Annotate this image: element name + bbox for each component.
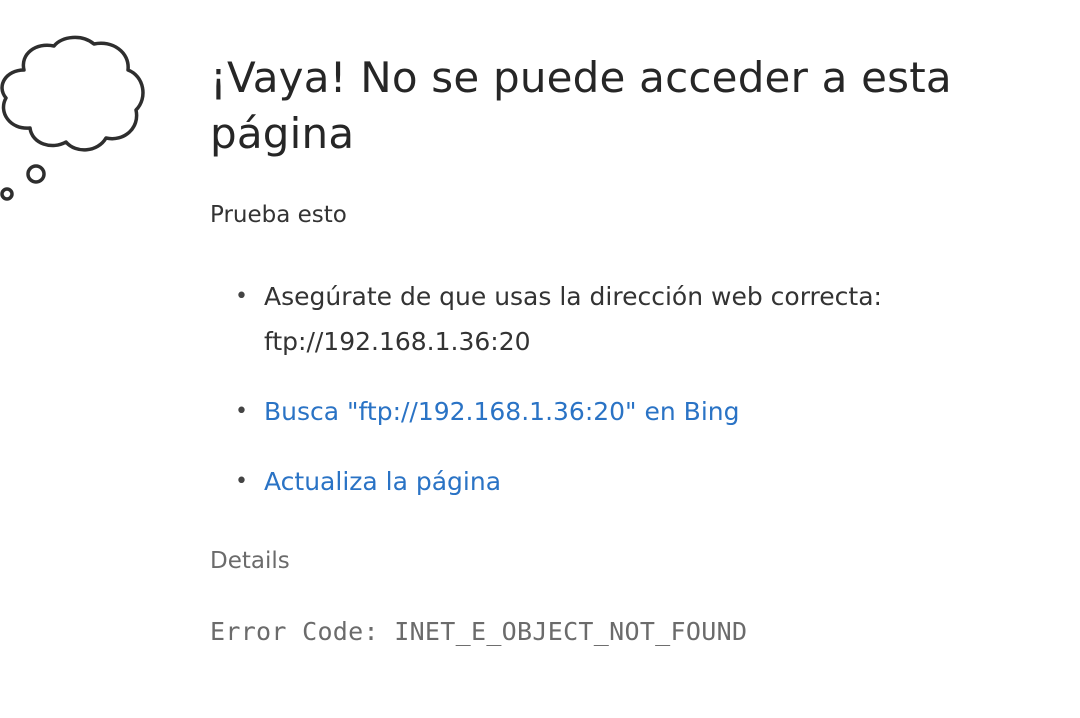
list-item: • Asegúrate de que usas la dirección web… (210, 274, 970, 364)
bullet: • (235, 399, 248, 424)
bullet: • (235, 284, 248, 309)
check-address-suggestion: Asegúrate de que usas la dirección web c… (264, 282, 882, 356)
error-content: ¡Vaya! No se puede acceder a esta página… (210, 50, 970, 648)
try-this-heading: Prueba esto (210, 202, 347, 228)
thought-cloud-icon (0, 35, 145, 201)
search-bing-link[interactable]: Busca "ftp://192.168.1.36:20" en Bing (264, 397, 740, 426)
page-title: ¡Vaya! No se puede acceder a esta página (210, 53, 952, 158)
bullet: • (235, 469, 248, 494)
error-code: Error Code: INET_E_OBJECT_NOT_FOUND (210, 617, 748, 646)
list-item: • Actualiza la página (210, 459, 970, 504)
list-item: • Busca "ftp://192.168.1.36:20" en Bing (210, 389, 970, 434)
suggestion-list: • Asegúrate de que usas la dirección web… (210, 274, 970, 504)
refresh-page-link[interactable]: Actualiza la página (264, 467, 501, 496)
details-toggle[interactable]: Details (210, 546, 970, 576)
